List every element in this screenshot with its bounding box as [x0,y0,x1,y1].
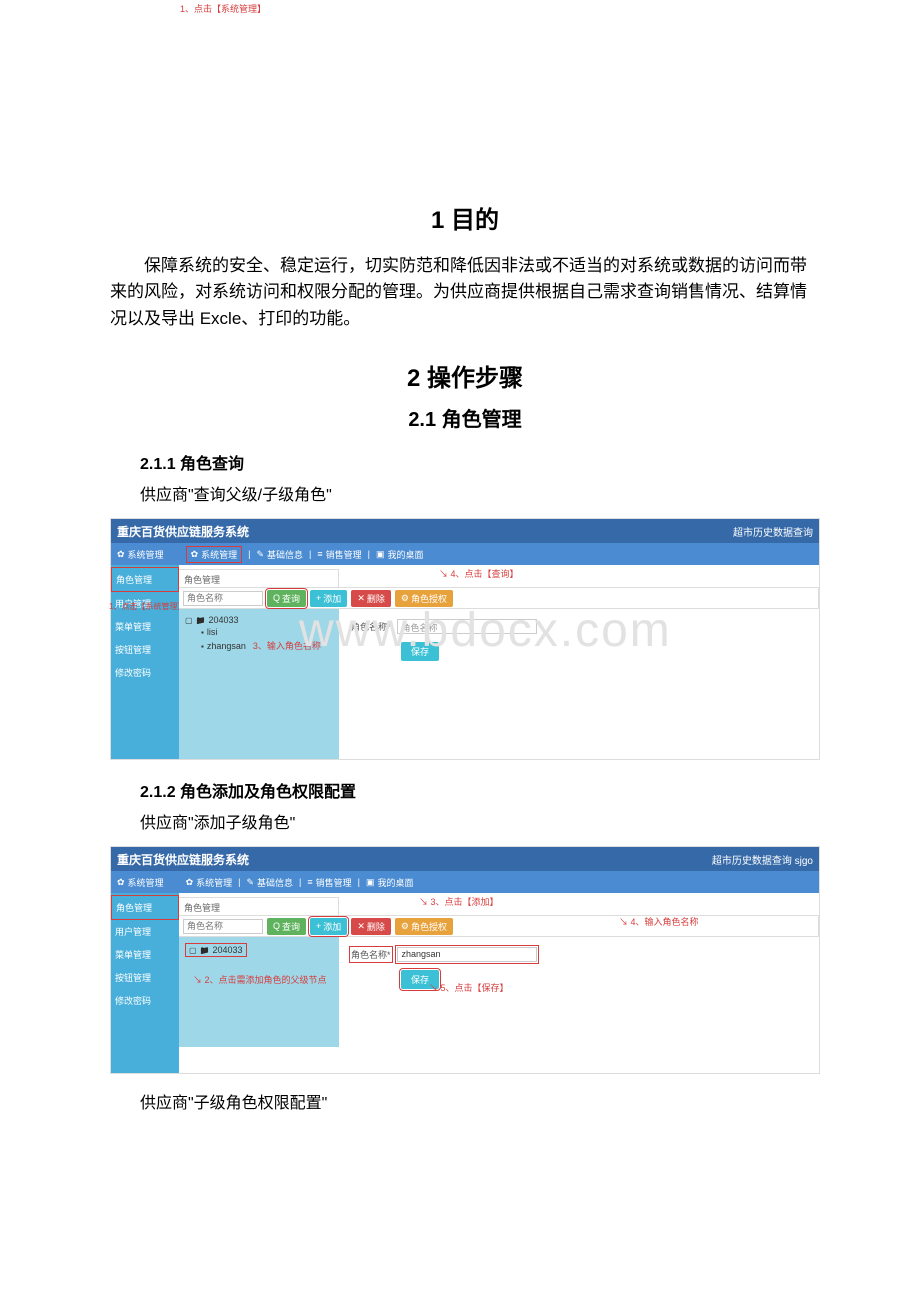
sidebar-item-button[interactable]: 按钮管理 [111,638,179,661]
crumb-sales[interactable]: 销售管理 [307,876,351,889]
search-button[interactable]: Q 查询 [267,918,306,935]
sidebar-item-password[interactable]: 修改密码 [111,989,179,1012]
crumb-sys[interactable]: 系统管理 [117,876,164,889]
tree-node-lisi[interactable]: lisi [201,627,333,637]
form-value-rolename[interactable]: 角色名称 [397,619,537,634]
list-icon [307,877,312,887]
file-icon [201,627,204,637]
desktop-icon [376,549,385,560]
crumb-baseinfo[interactable]: 基础信息 [256,548,303,561]
app-title: 重庆百货供应链服务系统 [117,851,249,868]
form-value-rolename[interactable]: zhangsan [397,947,537,962]
file-icon [201,641,204,651]
text-perm-intro: 供应商"子级角色权限配置" [140,1092,820,1116]
sidebar-item-menu[interactable]: 菜单管理 [111,615,179,638]
search-button[interactable]: Q 查询 [267,590,306,607]
annotation-step4: ↘ 4、点击【查询】 [439,567,519,580]
delete-button[interactable]: ✕ 删除 [351,590,391,607]
role-name-input[interactable] [183,591,263,606]
collapse-icon[interactable] [189,945,197,955]
folder-icon [196,615,206,625]
screenshot-role-query: 重庆百货供应链服务系统 超市历史数据查询 系统管理 系统管理 | 基础信息 | … [110,518,820,760]
list-icon [317,549,322,559]
crumb-sys[interactable]: 系统管理 [117,548,164,561]
crumb-desktop[interactable]: 我的桌面 [366,876,414,889]
panel-title: 角色管理 [179,897,339,915]
add-button[interactable]: + 添加 [310,918,347,935]
sidebar-item-role[interactable]: 角色管理 [111,567,179,592]
annotation-step1-top: 1、点击【系统管理】 [180,2,266,15]
header-right-link[interactable]: 超市历史数据查询 sjgo [712,852,813,867]
tree-root[interactable]: 204033 [185,615,333,625]
text-add-intro: 供应商"添加子级角色" [140,812,820,836]
pencil-icon [246,877,254,888]
desktop-icon [366,877,375,888]
pencil-icon [256,549,264,560]
crumb-sysmgr[interactable]: 系统管理 [186,546,243,563]
heading-2-1-1: 2.1.1 角色查询 [140,450,820,474]
permission-button[interactable]: ⚙ 角色授权 [395,918,453,935]
permission-button[interactable]: ⚙ 角色授权 [395,590,453,607]
text-query-intro: 供应商"查询父级/子级角色" [140,484,820,508]
heading-2: 2 操作步骤 [110,358,820,393]
gear-icon [117,877,125,888]
sidebar-item-password[interactable]: 修改密码 [111,661,179,684]
header-right-link[interactable]: 超市历史数据查询 [733,524,813,539]
paragraph-purpose: 保障系统的安全、稳定运行，切实防范和降低因非法或不适当的对系统或数据的访问而带来… [110,253,820,332]
annotation-step5: ↘ 5、点击【保存】 [429,981,509,994]
crumb-baseinfo[interactable]: 基础信息 [246,876,293,889]
gear-icon [186,877,194,888]
sidebar-item-button[interactable]: 按钮管理 [111,966,179,989]
tree-root[interactable]: 204033 [185,943,247,957]
sidebar-item-role[interactable]: 角色管理 [111,895,179,920]
annotation-step2: ↘ 2、点击需添加角色的父级节点 [193,973,341,986]
sidebar-item-menu[interactable]: 菜单管理 [111,943,179,966]
panel-title: 角色管理 [179,569,339,587]
folder-icon [200,945,210,955]
gear-icon [191,549,199,560]
annotation-step1-side: 1、点击【系统管理】 [109,601,185,612]
add-button[interactable]: + 添加 [310,590,347,607]
annotation-step3-add: ↘ 3、点击【添加】 [419,895,499,908]
heading-1: 1 目的 [110,200,820,235]
tree-node-zhangsan[interactable]: zhangsan3、输入角色名称 [201,639,333,652]
role-name-input[interactable] [183,919,263,934]
gear-icon [117,549,125,560]
app-title: 重庆百货供应链服务系统 [117,523,249,540]
save-button[interactable]: 保存 [401,642,439,661]
annotation-step3: 3、输入角色名称 [253,639,321,652]
form-label-rolename: 角色名称* [351,620,391,633]
heading-2-1: 2.1 角色管理 [110,403,820,432]
crumb-sysmgr[interactable]: 系统管理 [186,876,233,889]
heading-2-1-2: 2.1.2 角色添加及角色权限配置 [140,778,820,802]
screenshot-role-add: 重庆百货供应链服务系统 超市历史数据查询 sjgo 系统管理 系统管理 | 基础… [110,846,820,1074]
crumb-desktop[interactable]: 我的桌面 [376,548,424,561]
sidebar-item-user[interactable]: 用户管理 [111,920,179,943]
annotation-step4-input: ↘ 4、输入角色名称 [619,915,699,928]
collapse-icon[interactable] [185,615,193,625]
crumb-sales[interactable]: 销售管理 [317,548,361,561]
form-label-rolename: 角色名称* [351,948,391,961]
delete-button[interactable]: ✕ 删除 [351,918,391,935]
